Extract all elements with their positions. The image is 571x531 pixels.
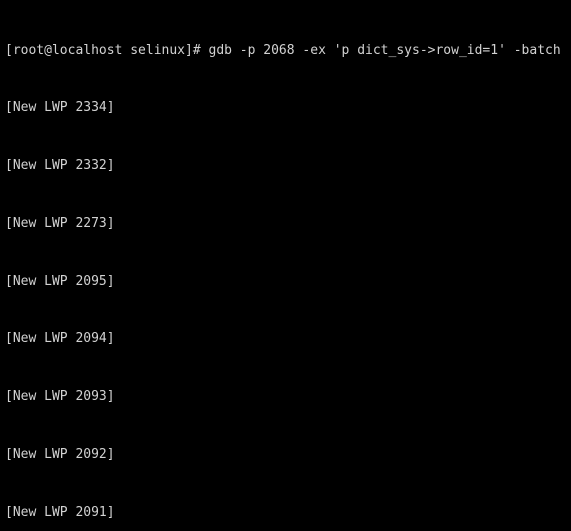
terminal-line-new-lwp: [New LWP 2334] [5,100,115,116]
terminal-line-new-lwp: [New LWP 2273] [5,215,115,231]
terminal-screen[interactable]: [root@localhost selinux]# gdb -p 2068 -e… [0,0,571,531]
terminal-line-prompt-command: [root@localhost selinux]# gdb -p 2068 -e… [5,42,561,58]
terminal-line-new-lwp: [New LWP 2332] [5,158,115,173]
terminal-line-new-lwp: [New LWP 2092] [5,446,115,462]
terminal-line-new-lwp: [New LWP 2091] [5,504,115,520]
terminal-line-new-lwp: [New LWP 2094] [5,331,115,347]
terminal-line-new-lwp: [New LWP 2093] [5,389,115,404]
terminal-line-new-lwp: [New LWP 2095] [5,273,115,289]
